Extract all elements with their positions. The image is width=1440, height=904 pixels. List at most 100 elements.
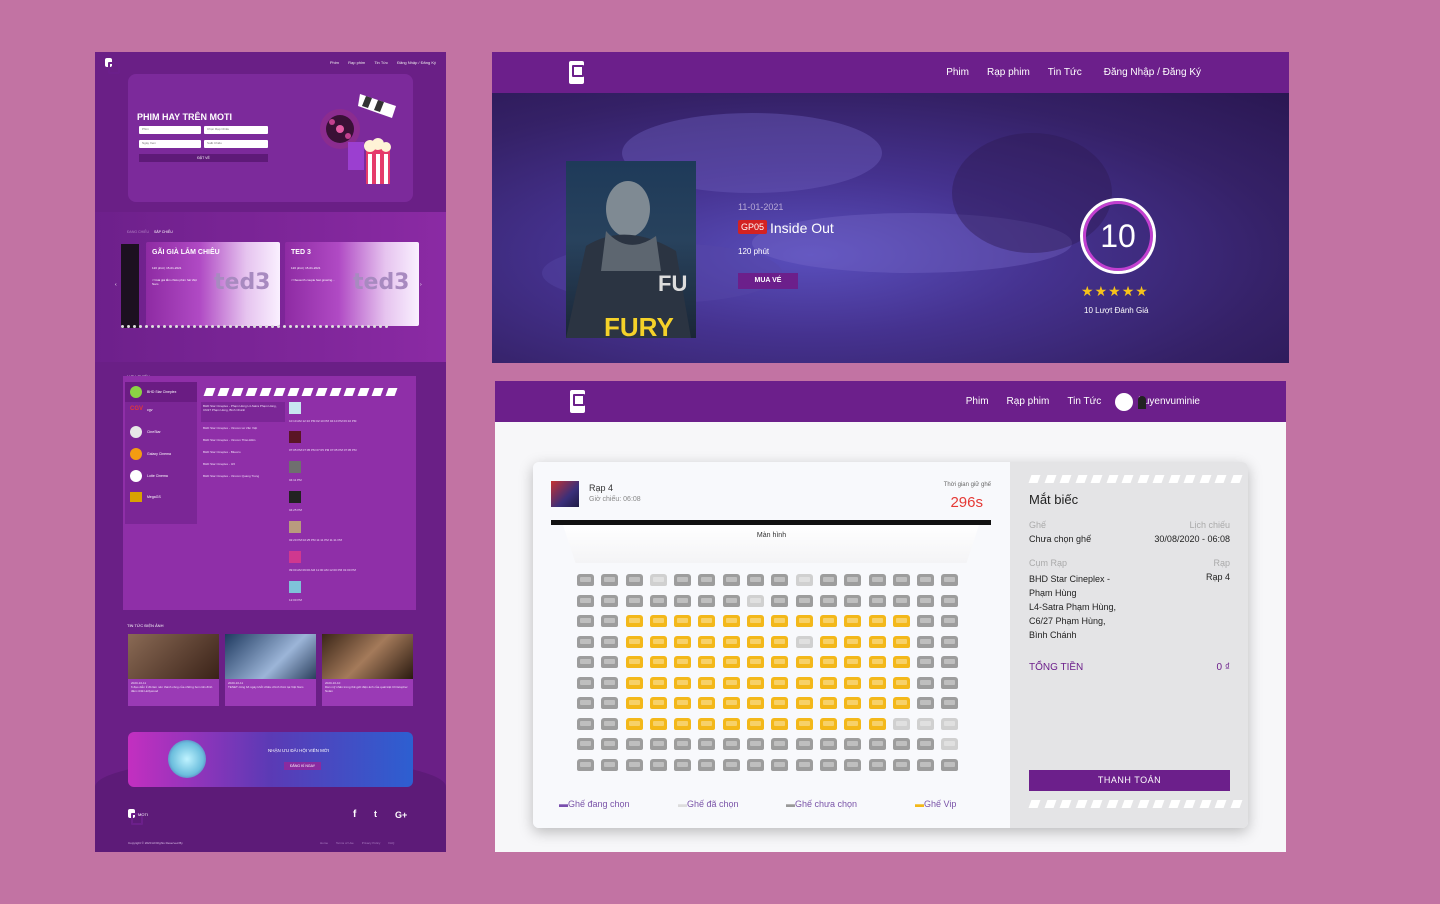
seat-vip[interactable] [892, 613, 910, 630]
seat-vip[interactable] [844, 634, 862, 651]
seat-vip[interactable] [819, 675, 837, 692]
seat-available[interactable] [601, 634, 619, 651]
nav-tin-tuc[interactable]: Tin Tức [374, 60, 388, 65]
seat-vip[interactable] [722, 716, 740, 733]
seat-available[interactable] [917, 593, 935, 610]
cinema-select[interactable]: Chọn Rạp Chiếu [204, 126, 268, 134]
seat-vip[interactable] [892, 634, 910, 651]
showtimes[interactable]: 04:25 PM [289, 508, 302, 512]
seat-available[interactable] [674, 757, 692, 774]
moti-logo-icon[interactable] [570, 390, 585, 413]
seat-available[interactable] [625, 736, 643, 753]
promo-register-button[interactable]: ĐĂNG KÍ NGAY [284, 762, 322, 770]
seat-available[interactable] [698, 736, 716, 753]
seat-vip[interactable] [649, 695, 667, 712]
seat-available[interactable] [601, 716, 619, 733]
seat-available[interactable] [844, 572, 862, 589]
news-card[interactable]: 2020-10-11 6 đạo diễn tỉ đô làm nên thành… [128, 634, 219, 706]
seat-available[interactable] [819, 593, 837, 610]
moti-logo-icon[interactable] [569, 61, 584, 84]
seat-available[interactable] [892, 572, 910, 589]
seat-vip[interactable] [844, 613, 862, 630]
date-select[interactable]: Ngày Xem [139, 140, 201, 148]
facebook-icon[interactable]: f [353, 809, 356, 820]
seat-vip[interactable] [649, 716, 667, 733]
seat-vip[interactable] [868, 716, 886, 733]
seat-available[interactable] [795, 593, 813, 610]
seat-available[interactable] [868, 593, 886, 610]
user-name[interactable]: huyenvuminie [1138, 396, 1200, 407]
nav-rap-phim[interactable]: Rạp phim [348, 60, 365, 65]
cinema-item[interactable]: BHD Star Cineplex - 3/2 [201, 460, 285, 468]
news-card[interactable]: 2020-10-11 TENET công bố ngày khởi chiếu … [225, 634, 316, 706]
seat-vip[interactable] [771, 654, 789, 671]
seat-vip[interactable] [819, 613, 837, 630]
seat-vip[interactable] [868, 634, 886, 651]
seat-available[interactable] [868, 572, 886, 589]
seat-vip[interactable] [649, 675, 667, 692]
seat-vip[interactable] [698, 613, 716, 630]
seat-available[interactable] [698, 572, 716, 589]
seat-vip[interactable] [819, 695, 837, 712]
seat-vip[interactable] [649, 634, 667, 651]
nav-phim[interactable]: Phim [330, 60, 339, 65]
galaxy-logo-icon[interactable] [130, 448, 142, 460]
seat-available[interactable] [795, 736, 813, 753]
seat-vip[interactable] [625, 634, 643, 651]
next-arrow-icon[interactable]: › [420, 282, 422, 288]
seat-vip[interactable] [747, 654, 765, 671]
cgv-logo-icon[interactable]: CGV [130, 406, 143, 412]
seat-available[interactable] [674, 736, 692, 753]
seat-available[interactable] [577, 757, 594, 774]
seat-available[interactable] [868, 757, 886, 774]
seat-vip[interactable] [868, 695, 886, 712]
seat-vip[interactable] [771, 634, 789, 651]
seat-vip[interactable] [698, 716, 716, 733]
footer-link-faq[interactable]: FAQ [388, 841, 394, 845]
seat-available[interactable] [747, 736, 765, 753]
seat-vip[interactable] [625, 613, 643, 630]
seat-available[interactable] [601, 613, 619, 630]
seat-vip[interactable] [747, 675, 765, 692]
seat-available[interactable] [892, 736, 910, 753]
pay-button[interactable]: THANH TOÁN [1029, 770, 1230, 791]
seat-vip[interactable] [649, 654, 667, 671]
showtimes[interactable]: 09:00 AM 09:00 AM 11:00 AM 12:00 PM 01:0… [289, 568, 356, 572]
seat-available[interactable] [917, 654, 935, 671]
seat-available[interactable] [625, 572, 643, 589]
prev-arrow-icon[interactable]: ‹ [115, 282, 117, 288]
seat-available[interactable] [771, 593, 789, 610]
seat-available[interactable] [577, 695, 594, 712]
seat-available[interactable] [844, 757, 862, 774]
seat-vip[interactable] [674, 716, 692, 733]
megags-logo-icon[interactable] [130, 492, 142, 502]
seat-available[interactable] [722, 572, 740, 589]
carousel-dots[interactable] [121, 325, 421, 329]
nav-rap-phim[interactable]: Rạp phim [987, 67, 1030, 78]
seat-available[interactable] [747, 572, 765, 589]
seat-available[interactable] [649, 736, 667, 753]
cinema-item[interactable]: BHD Star Cineplex - Vincom Lê Văn Việt [201, 424, 285, 432]
seat-vip[interactable] [844, 675, 862, 692]
seat-available[interactable] [892, 757, 910, 774]
seat-available[interactable] [917, 634, 935, 651]
news-card[interactable]: 2020-10-10 Dàn mỹ nhân trong thế giới điệ… [322, 634, 413, 706]
seat-vip[interactable] [674, 675, 692, 692]
seat-vip[interactable] [722, 634, 740, 651]
seat-available[interactable] [674, 593, 692, 610]
nav-phim[interactable]: Phim [946, 67, 969, 78]
seat-available[interactable] [698, 593, 716, 610]
cinema-item[interactable]: BHD Star Cineplex - Bitexco [201, 448, 285, 456]
seat-available[interactable] [917, 572, 935, 589]
showtimes[interactable]: 02:20 PM 02:25 PM 11:11 PM 11:11 PM [289, 538, 342, 542]
seat-available[interactable] [868, 736, 886, 753]
seat-vip[interactable] [819, 654, 837, 671]
tab-coming-soon[interactable]: SẮP CHIẾU [154, 230, 173, 234]
seat-vip[interactable] [795, 695, 813, 712]
seat-vip[interactable] [819, 634, 837, 651]
buy-ticket-button[interactable]: MUA VÉ [738, 273, 798, 289]
seat-available[interactable] [771, 757, 789, 774]
seat-available[interactable] [649, 757, 667, 774]
google-plus-icon[interactable]: G+ [395, 810, 407, 820]
seat-vip[interactable] [795, 716, 813, 733]
